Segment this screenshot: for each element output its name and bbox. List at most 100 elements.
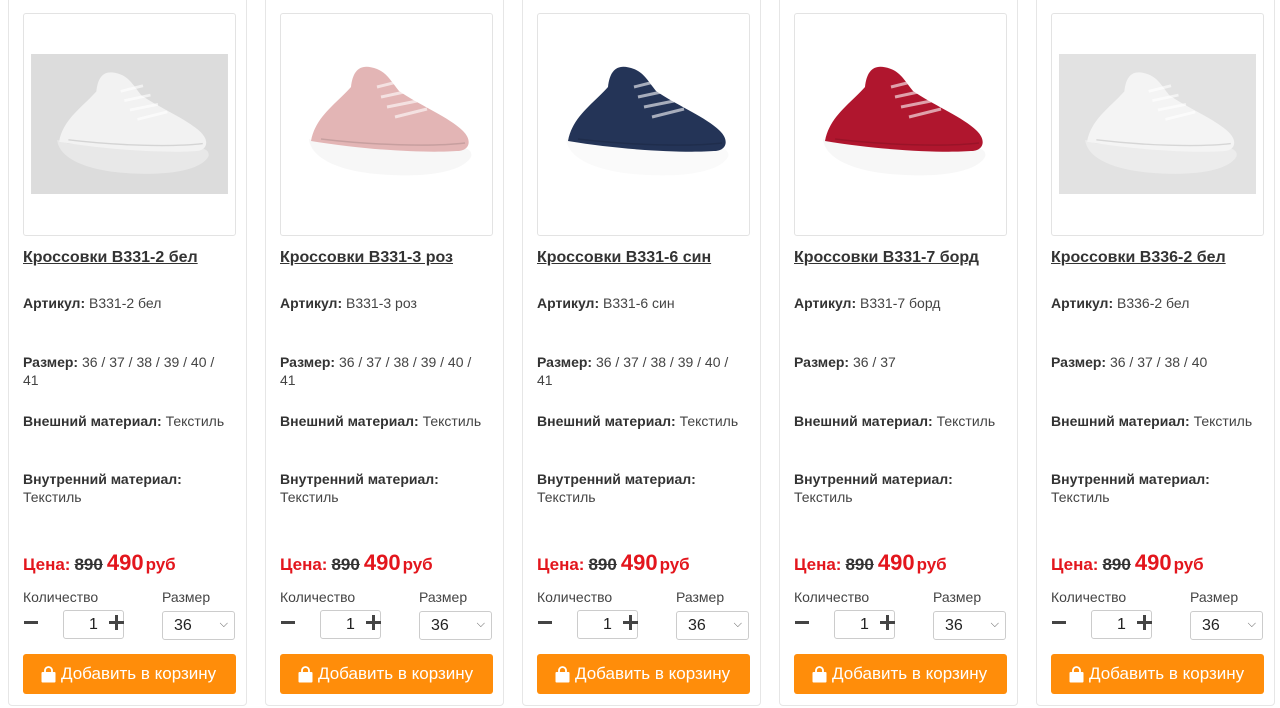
price-label: Цена: <box>537 555 585 574</box>
sizes-label: Размер: <box>23 354 79 370</box>
price-row: Цена: 890 490 руб <box>280 550 433 576</box>
inner-material-value: Текстиль <box>794 488 853 505</box>
product-card: Кроссовки B331-6 син Артикул: B331-6 син… <box>522 0 761 706</box>
add-to-cart-button[interactable]: Добавить в корзину <box>537 654 750 694</box>
plus-icon[interactable] <box>108 612 124 632</box>
chevron-down-icon: ⌵ <box>990 618 999 630</box>
size-select-label: Размер <box>676 589 725 605</box>
product-title-link[interactable]: Кроссовки B331-6 син <box>537 249 752 267</box>
shopping-bag-icon <box>555 665 570 682</box>
price-label: Цена: <box>280 555 328 574</box>
sizes-value-line2: 41 <box>537 371 553 388</box>
product-image[interactable] <box>1051 13 1264 236</box>
product-title-link[interactable]: Кроссовки B331-7 борд <box>794 249 1009 267</box>
inner-material-row: Внутренний материал: Текстиль <box>280 471 496 506</box>
minus-icon[interactable] <box>23 612 39 632</box>
outer-material-label: Внешний материал: <box>23 413 162 429</box>
currency: руб <box>402 555 433 574</box>
pink-sneaker-image <box>281 47 492 197</box>
price-row: Цена: 890 490 руб <box>23 550 176 576</box>
product-image[interactable] <box>23 13 236 236</box>
new-price: 490 <box>363 550 401 575</box>
burgundy-sneaker-image <box>795 47 1006 197</box>
sizes-value-line1: 36 / 37 / 38 / 39 / 40 / <box>81 354 215 370</box>
outer-material-value: Текстиль <box>679 413 739 429</box>
article-label: Артикул: <box>280 295 343 311</box>
sizes-value-line1: 36 / 37 / 38 / 39 / 40 / <box>595 354 729 370</box>
plus-icon[interactable] <box>365 612 381 632</box>
inner-material-value: Текстиль <box>23 488 82 505</box>
article-label: Артикул: <box>23 295 86 311</box>
size-select[interactable]: 36 ⌵ <box>162 611 235 640</box>
sizes-value-line1: 36 / 37 / 38 / 39 / 40 / <box>338 354 472 370</box>
minus-icon[interactable] <box>537 612 553 632</box>
article-value: B331-2 бел <box>89 295 162 311</box>
chevron-down-icon: ⌵ <box>219 618 228 630</box>
add-to-cart-button[interactable]: Добавить в корзину <box>794 654 1007 694</box>
sizes-value-line2: 41 <box>23 371 39 388</box>
new-price: 490 <box>106 550 144 575</box>
article-row: Артикул: B331-6 син <box>537 295 753 313</box>
size-select[interactable]: 36 ⌵ <box>419 611 492 640</box>
white-sneaker-image <box>1059 54 1256 194</box>
product-title-link[interactable]: Кроссовки B336-2 бел <box>1051 249 1266 267</box>
inner-material-label: Внутренний материал: <box>280 471 439 487</box>
old-price: 890 <box>1102 555 1131 574</box>
outer-material-row: Внешний материал: Текстиль <box>280 413 496 431</box>
old-price: 890 <box>845 555 874 574</box>
sizes-row: Размер: 36 / 37 / 38 / 39 / 40 / 41 <box>280 354 496 389</box>
size-select[interactable]: 36 ⌵ <box>676 611 749 640</box>
plus-icon[interactable] <box>1136 612 1152 632</box>
outer-material-value: Текстиль <box>936 413 996 429</box>
minus-icon[interactable] <box>280 612 296 632</box>
article-row: Артикул: B331-3 роз <box>280 295 496 313</box>
size-select-label: Размер <box>1190 589 1239 605</box>
product-image[interactable] <box>794 13 1007 236</box>
sizes-row: Размер: 36 / 37 / 38 / 39 / 40 / 41 <box>23 354 239 389</box>
product-card: Кроссовки B331-2 бел Артикул: B331-2 бел… <box>8 0 247 706</box>
quantity-label: Количество <box>23 589 99 605</box>
currency: руб <box>145 555 176 574</box>
product-grid: Кроссовки B331-2 бел Артикул: B331-2 бел… <box>0 0 1280 708</box>
article-row: Артикул: B336-2 бел <box>1051 295 1267 313</box>
minus-icon[interactable] <box>1051 612 1067 632</box>
outer-material-label: Внешний материал: <box>280 413 419 429</box>
add-to-cart-label: Добавить в корзину <box>575 664 731 683</box>
product-card: Кроссовки B331-3 роз Артикул: B331-3 роз… <box>265 0 504 706</box>
article-value: B331-6 син <box>603 295 675 311</box>
new-price: 490 <box>1134 550 1172 575</box>
product-card: Кроссовки B331-7 борд Артикул: B331-7 бо… <box>779 0 1018 706</box>
product-image[interactable] <box>280 13 493 236</box>
size-select-label: Размер <box>933 589 982 605</box>
sizes-label: Размер: <box>280 354 336 370</box>
size-select-value: 36 <box>945 617 963 634</box>
old-price: 890 <box>588 555 617 574</box>
outer-material-value: Текстиль <box>165 413 225 429</box>
article-value: B331-7 борд <box>860 295 941 311</box>
add-to-cart-button[interactable]: Добавить в корзину <box>23 654 236 694</box>
outer-material-value: Текстиль <box>1193 413 1253 429</box>
article-value: B336-2 бел <box>1117 295 1190 311</box>
inner-material-label: Внутренний материал: <box>794 471 953 487</box>
inner-material-label: Внутренний материал: <box>1051 471 1210 487</box>
size-select-label: Размер <box>162 589 211 605</box>
product-title-link[interactable]: Кроссовки B331-3 роз <box>280 249 495 267</box>
add-to-cart-button[interactable]: Добавить в корзину <box>1051 654 1264 694</box>
price-row: Цена: 890 490 руб <box>1051 550 1204 576</box>
size-select[interactable]: 36 ⌵ <box>933 611 1006 640</box>
plus-icon[interactable] <box>879 612 895 632</box>
add-to-cart-button[interactable]: Добавить в корзину <box>280 654 493 694</box>
plus-icon[interactable] <box>622 612 638 632</box>
quantity-label: Количество <box>794 589 870 605</box>
product-title-link[interactable]: Кроссовки B331-2 бел <box>23 249 238 267</box>
size-select-value: 36 <box>688 617 706 634</box>
product-image[interactable] <box>537 13 750 236</box>
size-select[interactable]: 36 ⌵ <box>1190 611 1263 640</box>
sizes-row: Размер: 36 / 37 / 38 / 40 <box>1051 354 1267 372</box>
outer-material-row: Внешний материал: Текстиль <box>537 413 753 431</box>
outer-material-label: Внешний материал: <box>1051 413 1190 429</box>
minus-icon[interactable] <box>794 612 810 632</box>
quantity-label: Количество <box>537 589 613 605</box>
inner-material-row: Внутренний материал: Текстиль <box>1051 471 1267 506</box>
inner-material-label: Внутренний материал: <box>537 471 696 487</box>
